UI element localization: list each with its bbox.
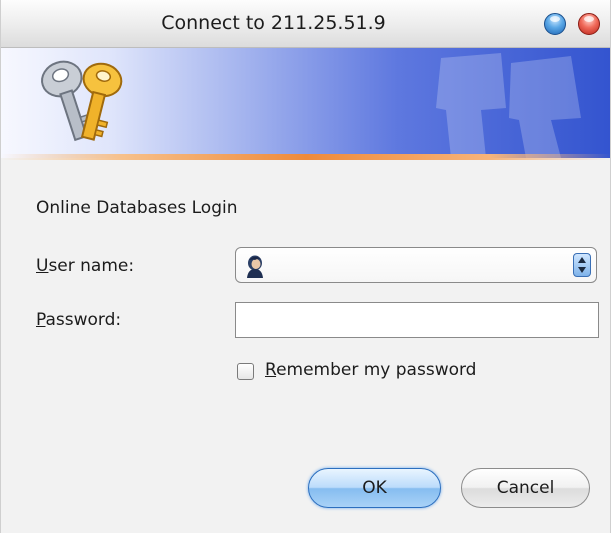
ok-button[interactable]: OK [308,468,441,508]
user-name-label-rest: ser name: [48,256,135,276]
dialog-heading: Online Databases Login [36,198,238,218]
close-button[interactable] [578,13,600,35]
title-bar[interactable]: Connect to 211.25.51.9 [1,0,610,48]
remember-label-rest: emember my password [276,360,477,380]
cancel-button[interactable]: Cancel [461,468,590,508]
password-label: Password: [36,310,121,330]
password-mnemonic: P [36,310,46,330]
user-name-mnemonic: U [36,256,49,276]
user-name-label: User name: [36,256,134,276]
updown-arrow-icon [578,257,586,273]
combobox-arrows-icon[interactable] [573,253,591,277]
banner-accent-line [1,154,610,160]
user-name-combobox[interactable] [235,247,597,283]
keys-watermark-icon [436,53,581,158]
keys-icon [41,60,123,142]
window-title: Connect to 211.25.51.9 [161,12,386,34]
remember-password-label[interactable]: Remember my password [265,360,476,380]
minimize-button[interactable] [544,13,566,35]
remember-password-checkbox[interactable] [237,363,254,380]
password-label-rest: assword: [45,310,122,330]
user-avatar-icon [247,255,263,278]
connect-dialog: Connect to 211.25.51.9 Online Databases … [0,0,611,533]
password-field[interactable] [235,302,599,338]
remember-mnemonic: R [265,360,277,380]
